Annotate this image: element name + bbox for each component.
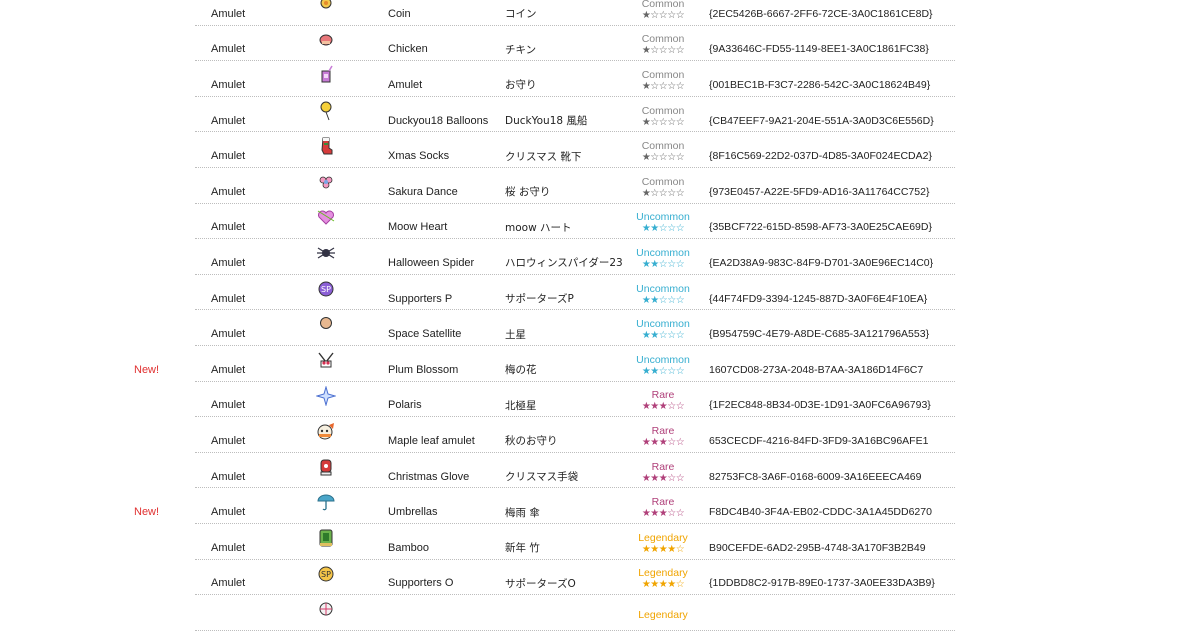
rarity-cell: Uncommon ★★☆☆☆	[632, 204, 694, 242]
plum-blossom-icon	[314, 346, 338, 386]
table-row: Amulet Chicken チキン Common ★☆☆☆☆ {9A33646…	[0, 26, 1200, 62]
table-row: Amulet Coin コイン Common ★☆☆☆☆ {2EC5426B-6…	[0, 0, 1200, 26]
rarity-cell: Legendary ★★★★☆	[632, 524, 694, 562]
table-row: Amulet Moow Heart moow ハート Uncommon ★★☆☆…	[0, 204, 1200, 240]
rarity-stars: ★★★☆☆	[641, 436, 685, 448]
rarity-stars: ★★☆☆☆	[641, 330, 685, 342]
rarity-stars: ★★★☆☆	[641, 508, 685, 520]
rarity-stars: ★☆☆☆☆	[641, 187, 685, 199]
supporters-o-icon	[314, 560, 338, 600]
rarity-stars: ★★☆☆☆	[641, 294, 685, 306]
table-row: Amulet Amulet お守り Common ★☆☆☆☆ {001BEC1B…	[0, 61, 1200, 97]
rarity-label: Rare	[651, 496, 675, 509]
rarity-label: Uncommon	[636, 246, 690, 259]
table-row: Amulet Space Satellite 土星 Uncommon ★★☆☆☆…	[0, 310, 1200, 346]
table-row: Amulet Bamboo 新年 竹 Legendary ★★★★☆ B90CE…	[0, 524, 1200, 560]
rarity-cell: Common ★☆☆☆☆	[632, 132, 694, 170]
rarity-label: Rare	[651, 389, 675, 402]
rarity-cell: Rare ★★★☆☆	[632, 453, 694, 491]
rarity-stars: ★☆☆☆☆	[641, 9, 685, 21]
rarity-cell: Common ★☆☆☆☆	[632, 61, 694, 99]
table-row: Amulet Maple leaf amulet 秋のお守り Rare ★★★☆…	[0, 417, 1200, 453]
rarity-label: Uncommon	[636, 282, 690, 295]
rarity-stars: ★☆☆☆☆	[641, 45, 685, 57]
amulet-icon	[314, 61, 338, 101]
rarity-label: Legendary	[638, 608, 688, 621]
rarity-cell: Legendary ★★★★☆	[632, 560, 694, 598]
rarity-stars: ★★★★☆	[641, 543, 685, 555]
glove-icon	[314, 453, 338, 493]
bamboo-icon	[314, 524, 338, 564]
table-row: Amulet Xmas Socks クリスマス 靴下 Common ★☆☆☆☆ …	[0, 132, 1200, 168]
rarity-label: Common	[641, 175, 685, 188]
table-row: New! Amulet Plum Blossom 梅の花 Uncommon ★★…	[0, 346, 1200, 382]
table-row: Amulet Halloween Spider ハロウィンスパイダー23 Unc…	[0, 239, 1200, 275]
rarity-stars: ★★★★☆	[641, 579, 685, 591]
table-row: Amulet Christmas Glove クリスマス手袋 Rare ★★★☆…	[0, 453, 1200, 489]
table-row: Legendary	[0, 595, 1200, 631]
rarity-cell: Uncommon ★★☆☆☆	[632, 275, 694, 313]
rarity-cell: Common ★☆☆☆☆	[632, 97, 694, 135]
rarity-cell: Uncommon ★★☆☆☆	[632, 346, 694, 384]
rarity-label: Common	[641, 104, 685, 117]
rarity-label: Rare	[651, 424, 675, 437]
rarity-cell: Common ★☆☆☆☆	[632, 0, 694, 28]
rarity-stars: ★☆☆☆☆	[641, 80, 685, 92]
rarity-cell: Common ★☆☆☆☆	[632, 26, 694, 64]
rarity-label: Common	[641, 33, 685, 46]
table-row: Amulet Duckyou18 Balloons DuckYou18 風船 C…	[0, 97, 1200, 133]
rarity-stars: ★★☆☆☆	[641, 365, 685, 377]
rarity-stars: ★★☆☆☆	[641, 223, 685, 235]
spider-icon	[314, 239, 338, 279]
rarity-label: Common	[641, 68, 685, 81]
rarity-label: Legendary	[638, 567, 688, 580]
rarity-label: Common	[641, 0, 685, 10]
rarity-cell: Uncommon ★★☆☆☆	[632, 310, 694, 348]
rarity-cell: Rare ★★★☆☆	[632, 488, 694, 526]
umbrella-icon	[314, 488, 338, 528]
rarity-label: Legendary	[638, 531, 688, 544]
rarity-stars: ★☆☆☆☆	[641, 152, 685, 164]
ball-icon	[314, 595, 338, 635]
satellite-icon	[314, 310, 338, 350]
rarity-stars: ★★★☆☆	[641, 401, 685, 413]
supporters-p-icon	[314, 275, 338, 315]
table-row: Amulet Sakura Dance 桜 お守り Common ★☆☆☆☆ {…	[0, 168, 1200, 204]
table-row: Amulet Polaris 北極星 Rare ★★★☆☆ {1F2EC848-…	[0, 382, 1200, 418]
table-row: Amulet Supporters O サポーターズO Legendary ★★…	[0, 560, 1200, 596]
maple-leaf-icon	[314, 417, 338, 457]
rarity-label: Uncommon	[636, 353, 690, 366]
rarity-cell: Common ★☆☆☆☆	[632, 168, 694, 206]
rarity-cell: Rare ★★★☆☆	[632, 417, 694, 455]
rarity-cell: Uncommon ★★☆☆☆	[632, 239, 694, 277]
balloon-icon	[314, 97, 338, 137]
amulet-table: Amulet Coin コイン Common ★☆☆☆☆ {2EC5426B-6…	[0, 0, 1200, 631]
rarity-stars: ★★★☆☆	[641, 472, 685, 484]
rarity-stars: ★☆☆☆☆	[641, 116, 685, 128]
table-row: New! Amulet Umbrellas 梅雨 傘 Rare ★★★☆☆ F8…	[0, 488, 1200, 524]
rarity-label: Uncommon	[636, 211, 690, 224]
chicken-icon	[314, 26, 338, 66]
rarity-label: Uncommon	[636, 318, 690, 331]
rarity-cell: Legendary	[632, 595, 694, 633]
polaris-star-icon	[314, 382, 338, 422]
rarity-label: Common	[641, 140, 685, 153]
rarity-stars: ★★☆☆☆	[641, 258, 685, 270]
rarity-cell: Rare ★★★☆☆	[632, 382, 694, 420]
sakura-icon	[314, 168, 338, 208]
rarity-label: Rare	[651, 460, 675, 473]
heart-icon	[314, 204, 338, 244]
table-row: Amulet Supporters P サポーターズP Uncommon ★★☆…	[0, 275, 1200, 311]
sock-icon	[314, 132, 338, 172]
